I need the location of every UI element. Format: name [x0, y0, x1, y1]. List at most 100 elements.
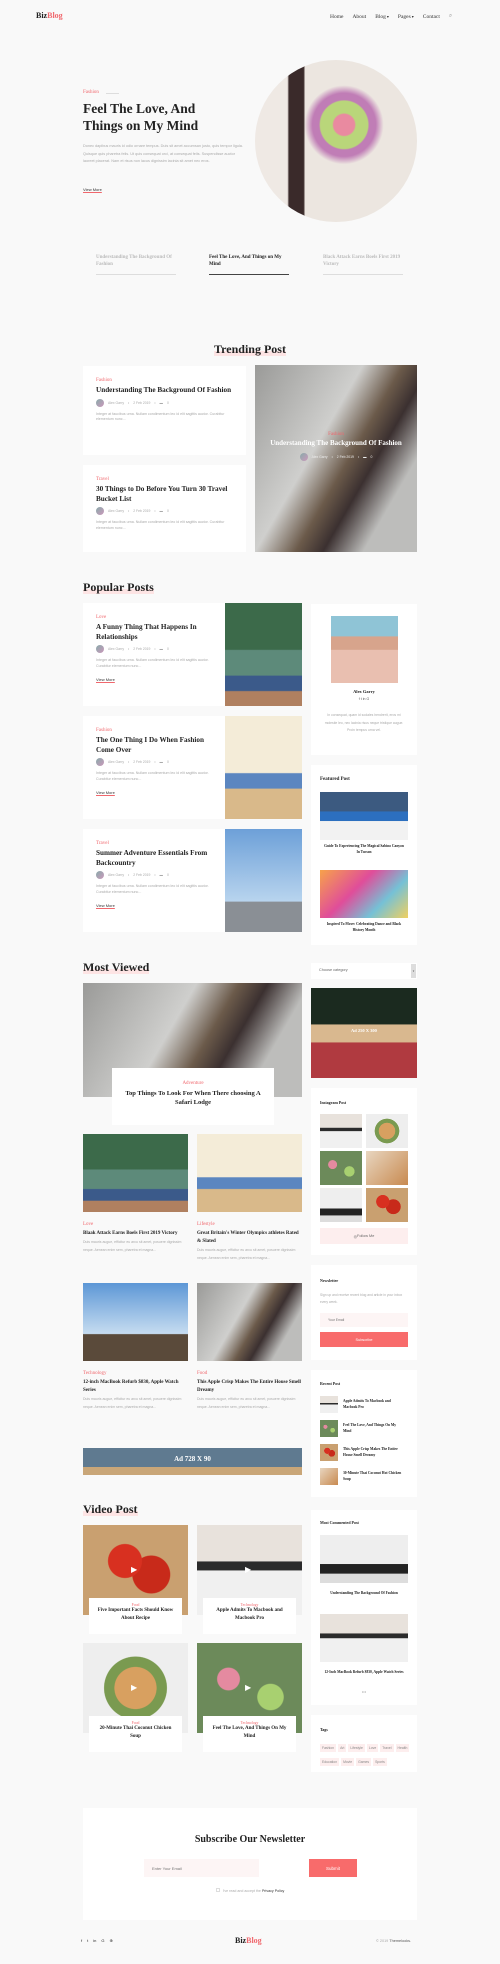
author-photo[interactable] [331, 616, 398, 683]
facebook-icon[interactable]: f [81, 1938, 82, 1943]
nav-item-about[interactable]: About [352, 14, 366, 20]
hero-category[interactable]: Fashion [83, 90, 99, 95]
post-title[interactable]: Five Important Facts Should Know About R… [89, 1607, 182, 1623]
logo[interactable]: BizBlog [36, 11, 63, 20]
post-category[interactable]: Lifestyle [197, 1222, 302, 1227]
popular-post-image[interactable] [225, 716, 302, 819]
post-category[interactable]: Technology [83, 1371, 188, 1376]
instagram-photo[interactable] [366, 1114, 408, 1148]
tag-fashion[interactable]: Fashion [320, 1744, 337, 1752]
post-title[interactable]: 12-inch MacBook Refurb $830, Apple Watch… [83, 1379, 188, 1395]
post-title[interactable]: 20-Minute Thai Coconut Chicken Soup [89, 1725, 182, 1741]
google-icon[interactable]: G [366, 697, 369, 701]
post-title[interactable]: Apple Admits To Macbook and Macbook Pro [203, 1607, 296, 1623]
post-title[interactable]: Understanding The Background Of Fashion [265, 439, 407, 449]
tag-art[interactable]: Art [338, 1744, 347, 1752]
recent-post-thumb[interactable] [320, 1396, 338, 1413]
play-icon[interactable]: ▶ [131, 1683, 137, 1692]
post-category[interactable]: Travel [96, 477, 233, 482]
post-image[interactable] [83, 1134, 188, 1212]
post-title[interactable]: Feel The Love, And Things On My Mind [203, 1725, 296, 1741]
hero-slide-tab[interactable]: Black Attack Earns Boels First 2019 Vict… [323, 255, 403, 275]
view-more-link[interactable]: View More [96, 790, 212, 795]
footer-logo[interactable]: BizBlog [235, 1936, 262, 1945]
facebook-icon[interactable]: f [359, 697, 360, 701]
recent-post-title[interactable]: 30-Minute Thai Coconut Hot Chicken Soup [343, 1470, 405, 1482]
tag-health[interactable]: Health [395, 1744, 410, 1752]
featured-post-title[interactable]: Inspired To Move: Celebrating Dance and … [324, 921, 404, 933]
video-post-card[interactable]: Food 20-Minute Thai Coconut Chicken Soup [89, 1716, 182, 1752]
pinterest-icon[interactable]: ⊕ [110, 1938, 113, 1943]
post-title[interactable]: Blaak Attack Earns Boels First 2019 Vict… [83, 1230, 188, 1238]
recent-post-thumb[interactable] [320, 1420, 338, 1437]
privacy-consent[interactable]: I've read and accept the Privacy Policy [83, 1888, 417, 1893]
newsletter-email-input[interactable] [320, 1313, 408, 1327]
featured-post-image[interactable] [320, 870, 408, 918]
video-post-card[interactable]: Technology Feel The Love, And Things On … [203, 1716, 296, 1752]
post-title[interactable]: Understanding The Background Of Fashion [96, 386, 233, 396]
follow-me-button[interactable]: ◎ Follow Me [320, 1228, 408, 1244]
view-more-link[interactable]: View More [96, 903, 212, 908]
twitter-icon[interactable]: t [361, 697, 362, 701]
ad-side-label[interactable]: Ad 250 X 300 [311, 1028, 417, 1033]
play-icon[interactable]: ▶ [131, 1565, 137, 1574]
twitter-icon[interactable]: t [87, 1938, 88, 1943]
play-icon[interactable]: ▶ [245, 1565, 251, 1574]
post-title[interactable]: Top Things To Look For When There choosi… [112, 1089, 274, 1107]
submit-button[interactable]: Submit [309, 1859, 357, 1877]
featured-post-image[interactable] [320, 792, 408, 840]
popular-post-card[interactable]: Love A Funny Thing That Happens In Relat… [83, 603, 225, 706]
most-commented-title[interactable]: 12-Inch MacBook Refurb $830, Apple Watch… [324, 1669, 404, 1675]
author-name[interactable]: Alex Garry [108, 401, 124, 405]
recent-post-title[interactable]: This Apple Crisp Makes The Entire House … [343, 1446, 405, 1458]
tag-love[interactable]: Love [366, 1744, 379, 1752]
recent-post-thumb[interactable] [320, 1468, 338, 1485]
instagram-photo[interactable] [320, 1114, 362, 1148]
tag-education[interactable]: Education [320, 1758, 340, 1766]
most-viewed-featured-card[interactable]: Adventure Top Things To Look For When Th… [112, 1068, 274, 1125]
nav-item-home[interactable]: Home [330, 14, 343, 20]
post-title[interactable]: 30 Things to Do Before You Turn 30 Trave… [96, 485, 233, 504]
instagram-photo[interactable] [366, 1188, 408, 1222]
recent-post-thumb[interactable] [320, 1444, 338, 1461]
tag-travel[interactable]: Travel [380, 1744, 394, 1752]
tag-lifestyle[interactable]: Lifestyle [348, 1744, 365, 1752]
post-category[interactable]: Fashion [96, 378, 233, 383]
consent-checkbox[interactable] [215, 1888, 220, 1892]
author-name[interactable]: Alex Garry [312, 455, 328, 459]
post-title[interactable]: The One Thing I Do When Fashion Come Ove… [96, 736, 212, 755]
trending-post-card[interactable]: Travel 30 Things to Do Before You Turn 3… [83, 465, 246, 552]
tag-sports[interactable]: Sports [373, 1758, 387, 1766]
subscribe-button[interactable]: Subscribe [320, 1332, 408, 1347]
most-commented-title[interactable]: Understanding The Background Of Fashion [324, 1590, 404, 1596]
instagram-photo[interactable] [366, 1151, 408, 1185]
popular-post-image[interactable] [225, 603, 302, 706]
recent-post-title[interactable]: Feel The Love, And Things On My Mind [343, 1422, 405, 1434]
hero-image[interactable] [255, 60, 417, 222]
hero-view-more-link[interactable]: View More [83, 187, 102, 192]
recent-post-title[interactable]: Apple Admits To Macbook and Macbook Pro [343, 1398, 405, 1410]
category-select[interactable]: Choose category ▾ [311, 963, 417, 979]
most-viewed-post[interactable]: Technology 12-inch MacBook Refurb $830, … [83, 1371, 188, 1411]
tag-movie[interactable]: Movie [341, 1758, 355, 1766]
nav-item-blog[interactable]: Blog ▾ [375, 14, 389, 20]
post-title[interactable]: This Apple Crisp Makes The Entire House … [197, 1379, 302, 1395]
author-name[interactable]: Alex Garry [108, 509, 124, 513]
instagram-photo[interactable] [320, 1151, 362, 1185]
most-commented-image[interactable] [320, 1614, 408, 1662]
post-category[interactable]: Travel [96, 841, 212, 846]
post-category[interactable]: Food [197, 1371, 302, 1376]
video-post-card[interactable]: Food Five Important Facts Should Know Ab… [89, 1598, 182, 1634]
post-title[interactable]: A Funny Thing That Happens In Relationsh… [96, 623, 212, 642]
post-title[interactable]: Great Britain's Winter Olympics athletes… [197, 1230, 302, 1246]
post-image[interactable] [83, 1283, 188, 1361]
linkedin-icon[interactable]: in [93, 1938, 96, 1943]
author-name[interactable]: Alex Garry [108, 873, 124, 877]
author-name[interactable]: Alex Garry [108, 760, 124, 764]
instagram-photo[interactable] [320, 1188, 362, 1222]
nav-item-pages[interactable]: Pages ▾ [398, 14, 414, 20]
post-category[interactable]: Fashion [96, 728, 212, 733]
hero-slide-tab[interactable]: Feel The Love, And Things on My Mind [209, 255, 289, 275]
hero-title[interactable]: Feel The Love, And Things on My Mind [83, 100, 233, 134]
most-viewed-post[interactable]: Love Blaak Attack Earns Boels First 2019… [83, 1222, 188, 1254]
